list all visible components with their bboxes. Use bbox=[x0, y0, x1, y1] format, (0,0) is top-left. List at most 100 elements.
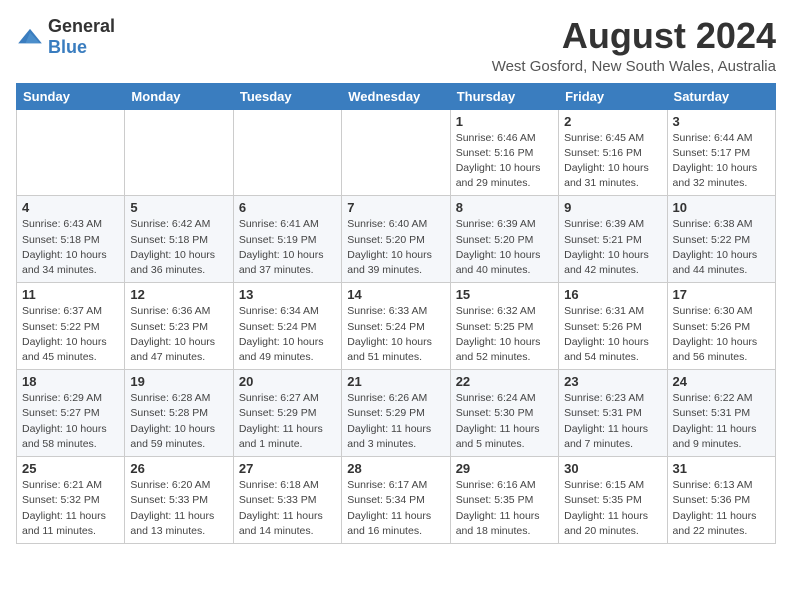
day-number: 24 bbox=[673, 374, 770, 389]
day-detail: Sunrise: 6:38 AMSunset: 5:22 PMDaylight:… bbox=[673, 217, 770, 278]
day-number: 28 bbox=[347, 461, 444, 476]
day-number: 6 bbox=[239, 200, 336, 215]
day-detail: Sunrise: 6:40 AMSunset: 5:20 PMDaylight:… bbox=[347, 217, 444, 278]
header-monday: Monday bbox=[125, 83, 233, 109]
calendar-week-1: 1 Sunrise: 6:46 AMSunset: 5:16 PMDayligh… bbox=[17, 109, 776, 196]
location: West Gosford, New South Wales, Australia bbox=[492, 58, 776, 75]
day-detail: Sunrise: 6:23 AMSunset: 5:31 PMDaylight:… bbox=[564, 391, 661, 452]
day-number: 20 bbox=[239, 374, 336, 389]
logo-text: General Blue bbox=[48, 16, 115, 58]
header-thursday: Thursday bbox=[450, 83, 558, 109]
calendar-cell: 18 Sunrise: 6:29 AMSunset: 5:27 PMDaylig… bbox=[17, 370, 125, 457]
day-number: 26 bbox=[130, 461, 227, 476]
weekday-header-row: Sunday Monday Tuesday Wednesday Thursday… bbox=[17, 83, 776, 109]
calendar-cell: 9 Sunrise: 6:39 AMSunset: 5:21 PMDayligh… bbox=[559, 196, 667, 283]
calendar-cell: 30 Sunrise: 6:15 AMSunset: 5:35 PMDaylig… bbox=[559, 457, 667, 544]
calendar-week-3: 11 Sunrise: 6:37 AMSunset: 5:22 PMDaylig… bbox=[17, 283, 776, 370]
logo-icon bbox=[16, 27, 44, 47]
calendar-cell: 7 Sunrise: 6:40 AMSunset: 5:20 PMDayligh… bbox=[342, 196, 450, 283]
calendar-cell: 28 Sunrise: 6:17 AMSunset: 5:34 PMDaylig… bbox=[342, 457, 450, 544]
calendar-cell: 2 Sunrise: 6:45 AMSunset: 5:16 PMDayligh… bbox=[559, 109, 667, 196]
day-detail: Sunrise: 6:21 AMSunset: 5:32 PMDaylight:… bbox=[22, 478, 119, 539]
day-detail: Sunrise: 6:30 AMSunset: 5:26 PMDaylight:… bbox=[673, 304, 770, 365]
header-friday: Friday bbox=[559, 83, 667, 109]
day-detail: Sunrise: 6:36 AMSunset: 5:23 PMDaylight:… bbox=[130, 304, 227, 365]
day-number: 27 bbox=[239, 461, 336, 476]
day-number: 2 bbox=[564, 114, 661, 129]
calendar-cell: 11 Sunrise: 6:37 AMSunset: 5:22 PMDaylig… bbox=[17, 283, 125, 370]
header-sunday: Sunday bbox=[17, 83, 125, 109]
calendar-cell bbox=[125, 109, 233, 196]
calendar-cell: 25 Sunrise: 6:21 AMSunset: 5:32 PMDaylig… bbox=[17, 457, 125, 544]
calendar-cell: 15 Sunrise: 6:32 AMSunset: 5:25 PMDaylig… bbox=[450, 283, 558, 370]
calendar-cell: 12 Sunrise: 6:36 AMSunset: 5:23 PMDaylig… bbox=[125, 283, 233, 370]
day-detail: Sunrise: 6:15 AMSunset: 5:35 PMDaylight:… bbox=[564, 478, 661, 539]
day-detail: Sunrise: 6:24 AMSunset: 5:30 PMDaylight:… bbox=[456, 391, 553, 452]
logo: General Blue bbox=[16, 16, 115, 58]
day-number: 3 bbox=[673, 114, 770, 129]
day-detail: Sunrise: 6:22 AMSunset: 5:31 PMDaylight:… bbox=[673, 391, 770, 452]
calendar-cell: 31 Sunrise: 6:13 AMSunset: 5:36 PMDaylig… bbox=[667, 457, 775, 544]
calendar-cell: 27 Sunrise: 6:18 AMSunset: 5:33 PMDaylig… bbox=[233, 457, 341, 544]
day-detail: Sunrise: 6:28 AMSunset: 5:28 PMDaylight:… bbox=[130, 391, 227, 452]
day-number: 29 bbox=[456, 461, 553, 476]
day-number: 25 bbox=[22, 461, 119, 476]
calendar-table: Sunday Monday Tuesday Wednesday Thursday… bbox=[16, 83, 776, 544]
day-detail: Sunrise: 6:39 AMSunset: 5:20 PMDaylight:… bbox=[456, 217, 553, 278]
calendar-cell: 24 Sunrise: 6:22 AMSunset: 5:31 PMDaylig… bbox=[667, 370, 775, 457]
page-header: General Blue August 2024 West Gosford, N… bbox=[16, 16, 776, 75]
calendar-week-5: 25 Sunrise: 6:21 AMSunset: 5:32 PMDaylig… bbox=[17, 457, 776, 544]
day-detail: Sunrise: 6:27 AMSunset: 5:29 PMDaylight:… bbox=[239, 391, 336, 452]
day-detail: Sunrise: 6:31 AMSunset: 5:26 PMDaylight:… bbox=[564, 304, 661, 365]
day-detail: Sunrise: 6:33 AMSunset: 5:24 PMDaylight:… bbox=[347, 304, 444, 365]
day-number: 16 bbox=[564, 287, 661, 302]
day-detail: Sunrise: 6:41 AMSunset: 5:19 PMDaylight:… bbox=[239, 217, 336, 278]
day-detail: Sunrise: 6:46 AMSunset: 5:16 PMDaylight:… bbox=[456, 131, 553, 192]
calendar-cell: 29 Sunrise: 6:16 AMSunset: 5:35 PMDaylig… bbox=[450, 457, 558, 544]
calendar-cell: 8 Sunrise: 6:39 AMSunset: 5:20 PMDayligh… bbox=[450, 196, 558, 283]
day-detail: Sunrise: 6:32 AMSunset: 5:25 PMDaylight:… bbox=[456, 304, 553, 365]
day-number: 4 bbox=[22, 200, 119, 215]
day-detail: Sunrise: 6:37 AMSunset: 5:22 PMDaylight:… bbox=[22, 304, 119, 365]
day-number: 21 bbox=[347, 374, 444, 389]
day-number: 19 bbox=[130, 374, 227, 389]
day-number: 11 bbox=[22, 287, 119, 302]
day-number: 23 bbox=[564, 374, 661, 389]
calendar-cell: 4 Sunrise: 6:43 AMSunset: 5:18 PMDayligh… bbox=[17, 196, 125, 283]
day-detail: Sunrise: 6:16 AMSunset: 5:35 PMDaylight:… bbox=[456, 478, 553, 539]
calendar-cell: 5 Sunrise: 6:42 AMSunset: 5:18 PMDayligh… bbox=[125, 196, 233, 283]
day-detail: Sunrise: 6:34 AMSunset: 5:24 PMDaylight:… bbox=[239, 304, 336, 365]
day-number: 15 bbox=[456, 287, 553, 302]
day-number: 13 bbox=[239, 287, 336, 302]
logo-general: General bbox=[48, 16, 115, 36]
calendar-cell: 14 Sunrise: 6:33 AMSunset: 5:24 PMDaylig… bbox=[342, 283, 450, 370]
calendar-cell: 17 Sunrise: 6:30 AMSunset: 5:26 PMDaylig… bbox=[667, 283, 775, 370]
header-saturday: Saturday bbox=[667, 83, 775, 109]
day-number: 31 bbox=[673, 461, 770, 476]
day-number: 17 bbox=[673, 287, 770, 302]
month-year: August 2024 bbox=[492, 16, 776, 56]
day-detail: Sunrise: 6:20 AMSunset: 5:33 PMDaylight:… bbox=[130, 478, 227, 539]
day-detail: Sunrise: 6:43 AMSunset: 5:18 PMDaylight:… bbox=[22, 217, 119, 278]
calendar-cell: 16 Sunrise: 6:31 AMSunset: 5:26 PMDaylig… bbox=[559, 283, 667, 370]
day-number: 9 bbox=[564, 200, 661, 215]
calendar-cell: 10 Sunrise: 6:38 AMSunset: 5:22 PMDaylig… bbox=[667, 196, 775, 283]
logo-blue: Blue bbox=[48, 37, 87, 57]
day-number: 14 bbox=[347, 287, 444, 302]
day-number: 7 bbox=[347, 200, 444, 215]
day-detail: Sunrise: 6:26 AMSunset: 5:29 PMDaylight:… bbox=[347, 391, 444, 452]
day-number: 10 bbox=[673, 200, 770, 215]
day-detail: Sunrise: 6:42 AMSunset: 5:18 PMDaylight:… bbox=[130, 217, 227, 278]
calendar-cell: 23 Sunrise: 6:23 AMSunset: 5:31 PMDaylig… bbox=[559, 370, 667, 457]
day-number: 18 bbox=[22, 374, 119, 389]
calendar-cell bbox=[17, 109, 125, 196]
calendar-cell: 20 Sunrise: 6:27 AMSunset: 5:29 PMDaylig… bbox=[233, 370, 341, 457]
day-detail: Sunrise: 6:17 AMSunset: 5:34 PMDaylight:… bbox=[347, 478, 444, 539]
day-detail: Sunrise: 6:39 AMSunset: 5:21 PMDaylight:… bbox=[564, 217, 661, 278]
day-number: 12 bbox=[130, 287, 227, 302]
calendar-cell: 21 Sunrise: 6:26 AMSunset: 5:29 PMDaylig… bbox=[342, 370, 450, 457]
day-number: 5 bbox=[130, 200, 227, 215]
calendar-cell: 1 Sunrise: 6:46 AMSunset: 5:16 PMDayligh… bbox=[450, 109, 558, 196]
day-number: 1 bbox=[456, 114, 553, 129]
calendar-week-4: 18 Sunrise: 6:29 AMSunset: 5:27 PMDaylig… bbox=[17, 370, 776, 457]
